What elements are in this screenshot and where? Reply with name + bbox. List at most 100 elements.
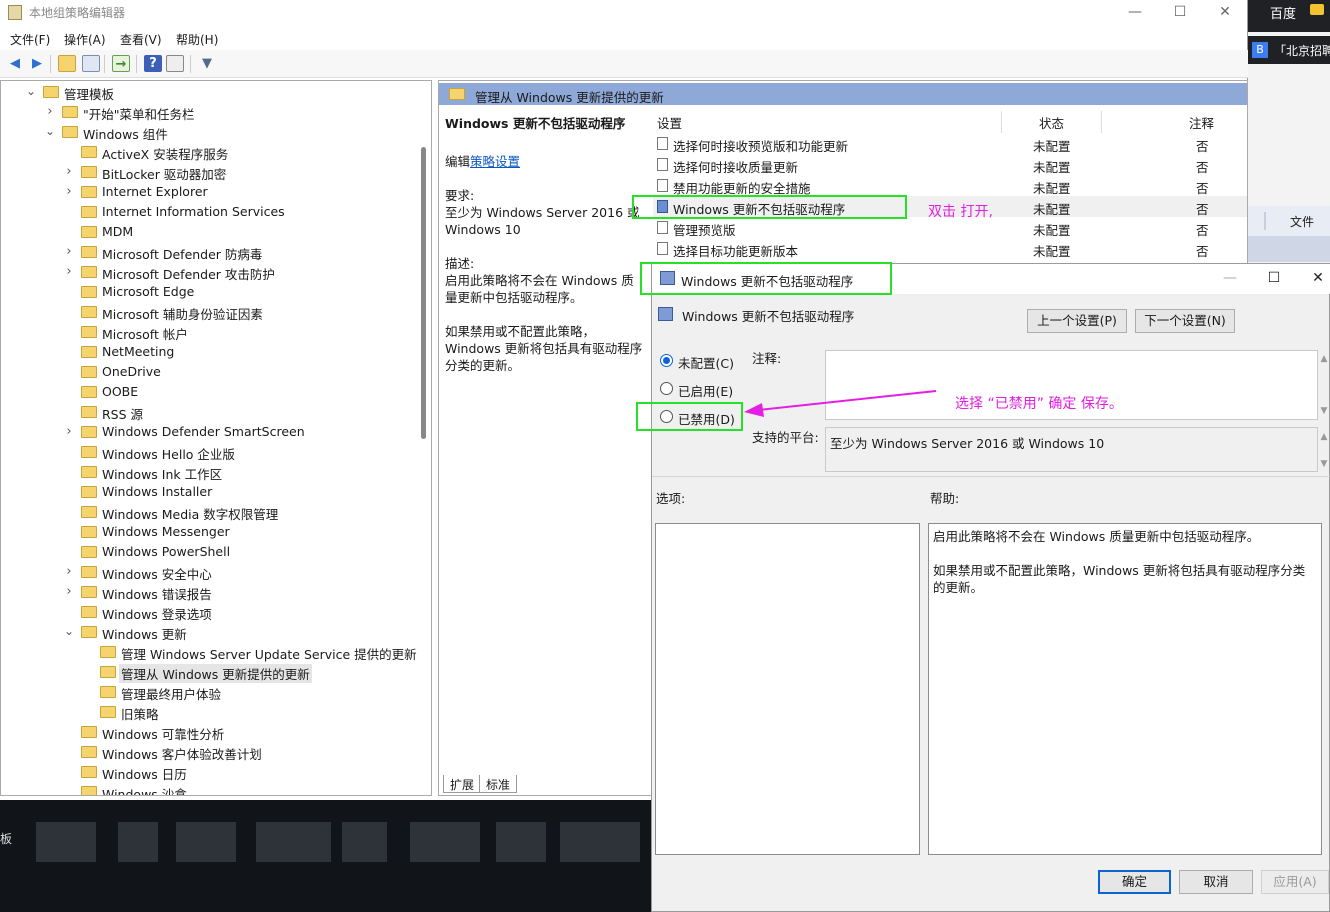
back-arrow-icon[interactable]: ◀ [6,55,24,72]
column-comment[interactable]: 注释 [1189,113,1214,132]
tree-item[interactable]: Windows Hello 企业版 [1,442,421,462]
cancel-button[interactable]: 取消 [1179,870,1253,894]
dialog-maximize-button[interactable]: ☐ [1256,268,1292,290]
menu-file[interactable]: 文件(F) [10,31,50,48]
policy-row[interactable]: 选择目标功能更新版本 未配置 否 [653,238,1247,259]
tree-item[interactable]: › "开始"菜单和任务栏 [1,102,421,122]
tree-item[interactable]: MDM [1,222,421,242]
chevron-right-icon[interactable]: › [44,104,56,119]
radio-indicator[interactable] [660,382,673,395]
tree-item-label: Windows 客户体验改善计划 [102,747,262,762]
show-tree-icon[interactable] [82,55,100,72]
tree-item-label: BitLocker 驱动器加密 [102,167,227,182]
tree-item[interactable]: Windows Installer [1,482,421,502]
column-state[interactable]: 状态 [1039,113,1064,132]
folder-icon [81,186,97,198]
tree-item[interactable]: Windows 登录选项 [1,602,421,622]
tree-item[interactable]: ActiveX 安装程序服务 [1,142,421,162]
browser-tab[interactable]: B 「北京招聘 [1248,36,1330,64]
menu-action[interactable]: 操作(A) [64,31,106,48]
export-list-icon[interactable]: → [112,55,130,72]
tree-item[interactable]: 管理从 Windows 更新提供的更新 [1,662,421,683]
tree-item[interactable]: Windows 沙盒 [1,782,421,795]
up-folder-icon[interactable] [58,55,76,72]
tree-pane[interactable]: ⌄ 管理模板 › "开始"菜单和任务栏 ⌄ Windows 组件 ActiveX 安装程序服… [0,80,432,796]
chevron-down-icon[interactable]: ⌄ [25,84,37,98]
tree-item[interactable]: Windows PowerShell [1,542,421,562]
menu-help[interactable]: 帮助(H) [176,31,218,48]
edit-policy-link[interactable]: 策略设置 [470,154,520,169]
tree-item[interactable]: ⌄ Windows 组件 [1,122,421,142]
scroll-up-icon[interactable]: ▲ [1318,432,1330,442]
tree-item[interactable]: Windows Messenger [1,522,421,542]
tree-item[interactable]: OOBE [1,382,421,402]
tree-item[interactable]: › Windows 安全中心 [1,562,421,582]
tree-item[interactable]: Internet Information Services [1,202,421,222]
browser-nav-file[interactable]: 文件 [1290,213,1314,230]
prev-setting-button[interactable]: 上一个设置(P) [1027,309,1127,333]
policy-row[interactable]: 选择何时接收质量更新 未配置 否 [653,154,1247,175]
tree-item[interactable]: › Microsoft Defender 攻击防护 [1,262,421,282]
help-icon[interactable]: ? [144,55,162,72]
tree-item[interactable]: › Windows 错误报告 [1,582,421,602]
close-button[interactable]: ✕ [1202,2,1248,24]
tree-item[interactable]: › BitLocker 驱动器加密 [1,162,421,182]
chevron-right-icon[interactable]: › [63,584,75,599]
tree-item[interactable]: › Microsoft Defender 防病毒 [1,242,421,262]
forward-arrow-icon[interactable]: ▶ [28,55,46,72]
chevron-right-icon[interactable]: › [63,164,75,179]
tree-item[interactable]: 管理最终用户体验 [1,682,421,702]
tree-item[interactable]: Windows Ink 工作区 [1,462,421,482]
chevron-down-icon[interactable]: ⌄ [63,624,75,638]
tree-item[interactable]: › Windows Defender SmartScreen [1,422,421,442]
policy-row[interactable]: 禁用功能更新的安全措施 未配置否 [653,175,1247,196]
chevron-right-icon[interactable]: › [63,424,75,439]
properties-icon[interactable] [166,55,184,72]
scroll-up-icon[interactable]: ▲ [1318,354,1330,364]
tab-extended[interactable]: 扩展 [443,775,482,793]
tree-scrollbar[interactable] [421,147,426,439]
chevron-right-icon[interactable]: › [63,564,75,579]
tree-item[interactable]: OneDrive [1,362,421,382]
tree-item[interactable]: 旧策略 [1,702,421,722]
minimize-button[interactable]: — [1112,2,1158,24]
filter-icon[interactable]: ▼ [198,55,216,72]
tree-item[interactable]: 管理 Windows Server Update Service 提供的更新 [1,642,421,662]
help-text-2: 如果禁用或不配置此策略，Windows 更新将包括具有驱动程序分类的更新。 [933,563,1306,595]
maximize-button[interactable]: ☐ [1157,2,1203,24]
policy-row[interactable]: 选择何时接收预览版和功能更新 未配置 否 [653,133,1247,154]
tree-item[interactable]: Windows 日历 [1,762,421,782]
chevron-right-icon[interactable]: › [63,184,75,199]
tree-item[interactable]: Microsoft 帐户 [1,322,421,342]
dialog-close-button[interactable]: ✕ [1300,268,1330,290]
tree-item[interactable]: NetMeeting [1,342,421,362]
chevron-right-icon[interactable]: › [63,264,75,279]
next-setting-button[interactable]: 下一个设置(N) [1135,309,1235,333]
chevron-right-icon[interactable]: › [63,244,75,259]
scroll-down-icon[interactable]: ▼ [1318,459,1330,469]
ok-button[interactable]: 确定 [1098,870,1171,894]
menu-view[interactable]: 查看(V) [120,31,162,48]
tree-item[interactable]: RSS 源 [1,402,421,422]
tree-item[interactable]: Microsoft 辅助身份验证因素 [1,302,421,322]
tree-item[interactable]: ⌄ 管理模板 [1,82,421,102]
tree-item[interactable]: Windows 客户体验改善计划 [1,742,421,762]
tree-item[interactable]: ⌄ Windows 更新 [1,622,421,642]
tree-item[interactable]: › Internet Explorer [1,182,421,202]
column-setting[interactable]: 设置 [657,113,682,132]
tab-standard[interactable]: 标准 [479,775,518,793]
tree-item[interactable]: Microsoft Edge [1,282,421,302]
apply-button[interactable]: 应用(A) [1261,870,1329,894]
dialog-minimize-button[interactable]: — [1212,268,1248,290]
tree-item[interactable]: Windows 可靠性分析 [1,722,421,742]
help-text: 启用此策略将不会在 Windows 质量更新中包括驱动程序。 如果禁用或不配置此… [933,528,1317,596]
scroll-down-icon[interactable]: ▼ [1318,406,1330,416]
description-text-2: 如果禁用或不配置此策略，Windows 更新将包括具有驱动程序分类的更新。 [445,324,643,373]
radio-not-configured[interactable]: 未配置(C) [660,351,760,371]
folder-icon [81,326,97,338]
chevron-down-icon[interactable]: ⌄ [44,124,56,138]
tree-item[interactable]: Windows Media 数字权限管理 [1,502,421,522]
desktop-icon-blurred [410,822,480,862]
divider [1101,111,1102,133]
radio-selected-indicator[interactable] [660,354,673,367]
